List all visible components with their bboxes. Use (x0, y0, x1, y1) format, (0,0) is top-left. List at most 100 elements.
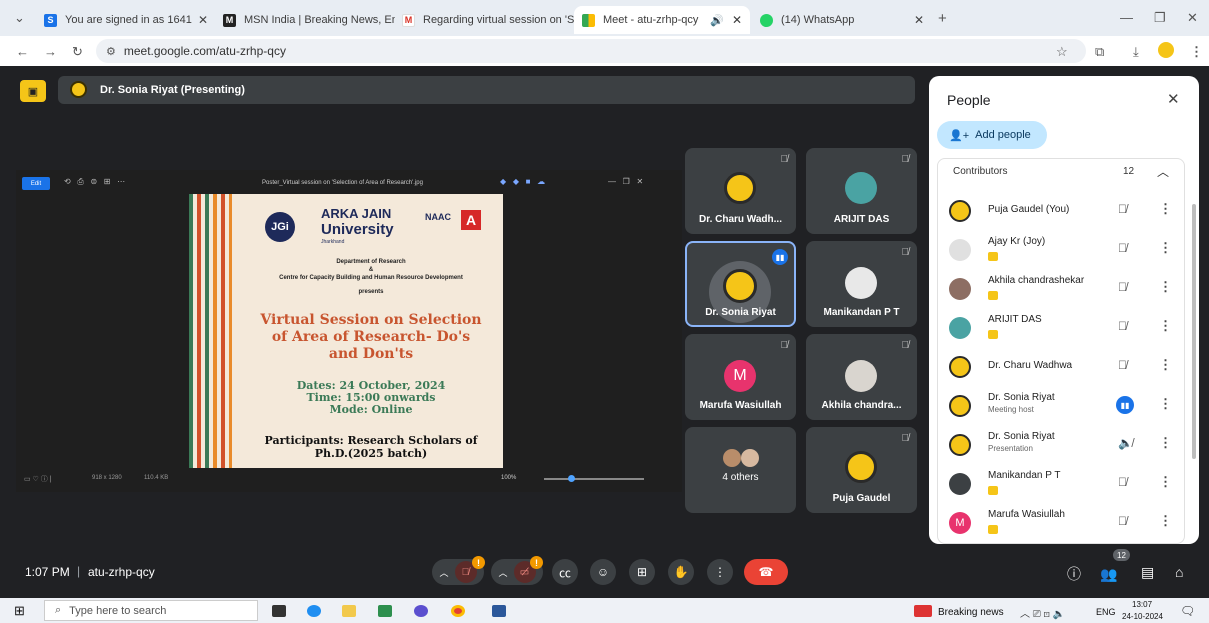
forward-icon[interactable]: → (44, 44, 57, 59)
more-options-icon[interactable]: ⋮ (1159, 240, 1172, 256)
viber-icon[interactable] (414, 605, 428, 617)
person-row[interactable]: M Marufa Wasiullah 🎙̸ ⋮ (929, 503, 1189, 541)
extensions-icon[interactable]: ⧉ (1095, 44, 1104, 60)
tab-signed-in[interactable]: S You are signed in as 1641 ✕ (36, 6, 216, 34)
chat-icon[interactable]: ▤ (1141, 564, 1154, 581)
others-tile[interactable]: 4 others (685, 427, 796, 513)
news-label[interactable]: Breaking news (938, 607, 1004, 618)
person-row[interactable]: Akhila chandrashekar 🎙̸ ⋮ (929, 269, 1189, 307)
tab-gmail[interactable]: M Regarding virtual session on 'Se ✕ (394, 6, 574, 34)
word-icon[interactable] (492, 605, 506, 617)
close-icon[interactable]: ✕ (1167, 90, 1180, 108)
restore-button[interactable]: ❐ (1154, 10, 1166, 26)
mic-off-icon[interactable]: 🎙̸ (1118, 514, 1127, 528)
person-row[interactable]: Dr. Sonia Riyat Meeting host ▮▮ ⋮ (929, 386, 1189, 424)
mic-off-icon[interactable]: 🎙̸ (1118, 475, 1127, 489)
close-icon[interactable]: ✕ (198, 13, 208, 27)
clock-date[interactable]: 24-10-2024 (1122, 612, 1163, 621)
system-tray-icons[interactable]: ︿ ⎚ ⊡ 🔈 (1020, 605, 1065, 620)
back-icon[interactable]: ← (16, 44, 29, 59)
participant-tile[interactable]: 🎙̸ Akhila chandra... (806, 334, 917, 420)
participant-tile[interactable]: 🎙̸ Dr. Charu Wadh... (685, 148, 796, 234)
app-icon[interactable] (378, 605, 392, 617)
more-options-icon[interactable]: ⋮ (1159, 513, 1172, 529)
chevron-up-icon[interactable]: ︿ (439, 566, 448, 579)
close-icon[interactable]: ✕ (914, 13, 924, 27)
person-row[interactable]: Puja Gaudel (You) 🎙̸ ⋮ (929, 191, 1189, 229)
person-row[interactable]: Manikandan P T 🎙̸ ⋮ (929, 464, 1189, 502)
person-row[interactable]: Ajay Kr (Joy) 🎙̸ ⋮ (929, 230, 1189, 268)
edit-button[interactable]: Edit (22, 177, 50, 190)
audio-icon[interactable]: 🔊 (710, 14, 724, 27)
more-options-icon[interactable]: ⋮ (1159, 201, 1172, 217)
more-options-icon[interactable]: ⋮ (1159, 357, 1172, 373)
windows-start-icon[interactable]: ⊞ (14, 603, 25, 619)
viewer-window-controls[interactable]: — ❐ ✕ (608, 177, 643, 186)
menu-icon[interactable]: ⋮ (1190, 44, 1203, 60)
info-icon[interactable]: ⓘ (1067, 564, 1081, 584)
site-settings-icon[interactable]: ⚙ (106, 45, 116, 58)
close-icon[interactable]: ✕ (732, 13, 742, 27)
task-view-icon[interactable] (272, 605, 286, 617)
person-row[interactable]: Dr. Charu Wadhwa 🎙̸ ⋮ (929, 347, 1189, 385)
present-button[interactable]: ⊞ (629, 559, 655, 585)
more-options-button[interactable]: ⋮ (707, 559, 733, 585)
captions-button[interactable]: ㏄ (552, 559, 578, 585)
tab-search-icon[interactable]: ⌄ (14, 10, 25, 26)
more-options-icon[interactable]: ⋮ (1159, 318, 1172, 334)
viewer-toolbar-icons[interactable]: ⟲ ⎙ ⊜ ⊞ ⋯ (64, 177, 125, 187)
chevron-up-icon[interactable]: ︿ (498, 566, 507, 579)
new-tab-button[interactable]: + (938, 10, 947, 27)
person-row[interactable]: ARIJIT DAS 🎙̸ ⋮ (929, 308, 1189, 346)
news-icon[interactable] (914, 605, 932, 617)
mic-off-icon[interactable]: 🎙̸ (1118, 280, 1127, 294)
more-options-icon[interactable]: ⋮ (1159, 396, 1172, 412)
url-field[interactable]: ⚙ meet.google.com/atu-zrhp-qcy (96, 39, 1086, 63)
clock-time[interactable]: 13:07 (1132, 600, 1152, 609)
profile-avatar[interactable] (1158, 42, 1174, 58)
taskbar-search[interactable]: ⌕ Type here to search (44, 600, 258, 621)
tab-whatsapp[interactable]: (14) WhatsApp ✕ (752, 6, 932, 34)
participant-tile[interactable]: 🎙̸ ARIJIT DAS (806, 148, 917, 234)
more-options-icon[interactable]: ⋮ (1159, 435, 1172, 451)
people-icon[interactable]: 👥 (1100, 566, 1117, 583)
more-options-icon[interactable]: ⋮ (1159, 279, 1172, 295)
zoom-slider[interactable] (544, 478, 644, 480)
viewer-app-icons[interactable]: ◆ ◆ ■ ☁ (500, 177, 545, 186)
leave-call-button[interactable]: ☎ (744, 559, 788, 585)
mic-off-icon[interactable]: 🎙̸ (1118, 319, 1127, 333)
person-row[interactable]: Dr. Sonia Riyat Presentation 🔈̸ ⋮ (929, 425, 1189, 463)
tab-msn[interactable]: M MSN India | Breaking News, Ent ✕ (215, 6, 395, 34)
mic-off-icon[interactable]: 🎙̸ (1118, 358, 1127, 372)
collapse-chevron-icon[interactable]: ︿ (1157, 163, 1169, 180)
participant-tile[interactable]: 🎙̸ M Marufa Wasiullah (685, 334, 796, 420)
tab-meet[interactable]: Meet - atu-zrhp-qcy 🔊 ✕ (574, 6, 750, 34)
participant-tile[interactable]: ▮▮ Dr. Sonia Riyat (685, 241, 796, 327)
person-name: Ajay Kr (Joy) (988, 236, 1046, 247)
zoom-slider-handle[interactable] (568, 475, 575, 482)
window-close-button[interactable]: ✕ (1187, 10, 1198, 26)
chrome-icon[interactable] (451, 605, 465, 617)
mic-off-icon[interactable]: 🎙̸ (1118, 241, 1127, 255)
file-explorer-icon[interactable] (342, 605, 356, 617)
more-options-icon[interactable]: ⋮ (1159, 474, 1172, 490)
reload-icon[interactable]: ↻ (72, 44, 83, 60)
participant-tile[interactable]: 🎙̸ Puja Gaudel (806, 427, 917, 513)
reactions-button[interactable]: ☺ (590, 559, 616, 585)
edge-icon[interactable] (307, 605, 321, 617)
scrollbar[interactable] (1192, 204, 1196, 459)
language-indicator[interactable]: ENG (1096, 607, 1116, 617)
mic-off-icon[interactable]: 🎙̸ (1118, 202, 1127, 216)
avatar: M (949, 512, 971, 534)
activities-icon[interactable]: ⌂ (1175, 564, 1183, 580)
stop-presenting-icon[interactable]: ▣ (20, 80, 46, 102)
minimize-button[interactable]: — (1120, 10, 1133, 25)
audio-off-icon[interactable]: 🔈̸ (1118, 436, 1133, 450)
bookmark-star-icon[interactable]: ☆ (1056, 44, 1068, 60)
raise-hand-button[interactable]: ✋ (668, 559, 694, 585)
participant-tile[interactable]: 🎙̸ Manikandan P T (806, 241, 917, 327)
zoom-level[interactable]: 100% (501, 475, 516, 481)
download-icon[interactable]: ⤓ (1133, 44, 1139, 60)
add-people-button[interactable]: 👤+ Add people (937, 121, 1047, 149)
notifications-icon[interactable]: 🗨 (1180, 604, 1195, 618)
